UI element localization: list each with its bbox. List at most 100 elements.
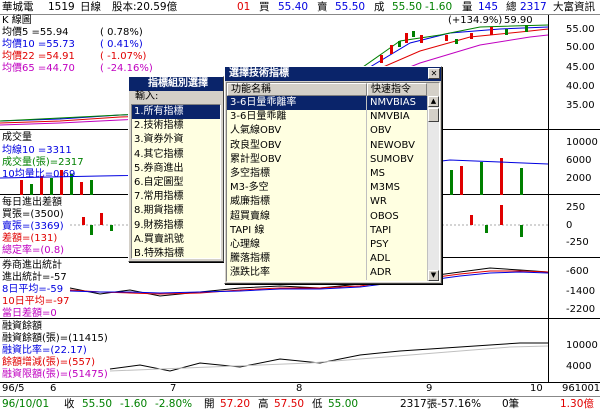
diff-axis-3: -250 xyxy=(566,237,589,248)
scroll-up-icon[interactable]: ▲ xyxy=(428,96,439,107)
margin-limit: 融資限額(張)=(51475) xyxy=(2,369,108,380)
price-axis-2: 50.00 xyxy=(566,42,595,53)
tech-row[interactable]: 改良型OBV NEWOBV xyxy=(227,138,427,153)
price-candles xyxy=(380,25,528,63)
margin-axis-2: 4000 xyxy=(566,361,592,372)
sell-price: 55.50 xyxy=(335,1,366,13)
group-item[interactable]: 4.其它指標 xyxy=(132,148,220,162)
volume-today: 成交量(張)=2317 xyxy=(2,157,84,168)
change-value: -1.60 xyxy=(425,1,453,13)
group-dialog-title: 指標組別選擇 xyxy=(129,77,223,91)
broker-10d: 10日平均=-97 xyxy=(2,296,70,307)
volume-ratio: 10均量比=0.69 xyxy=(2,169,76,180)
x-label-5: 9 xyxy=(426,383,433,394)
diff-sell: 賣張=(3369) xyxy=(2,221,64,232)
tech-list[interactable]: 功能名稱 快速指令 3-6日量乖離率 NMVBIAS 3-6日量乖離 NMVBIA … xyxy=(226,82,440,282)
margin-ratio: 融資比率=(22.17) xyxy=(2,345,87,356)
scroll-down-icon[interactable]: ▼ xyxy=(428,270,439,281)
price-title: K 線圖 xyxy=(2,15,32,26)
ma22-pct: ( -1.07%) xyxy=(100,51,147,62)
price-axis-5: 35.00 xyxy=(566,100,595,111)
high-label: 高 xyxy=(258,398,269,410)
tech-row[interactable]: M3-多空 M3MS xyxy=(227,181,427,196)
diff-net: 差額=(131) xyxy=(2,233,58,244)
col-name-header[interactable]: 功能名稱 xyxy=(227,83,367,96)
quote-bar: 華城電 1519 日線 股本:20.59億 01 買 55.40 賣 55.50… xyxy=(0,0,600,15)
open-label: 開 xyxy=(204,398,215,410)
group-item[interactable]: B.特殊指標 xyxy=(132,247,220,261)
ma10-pct: ( 0.41%) xyxy=(100,39,143,50)
group-item[interactable]: 1.所有指標 xyxy=(132,105,220,120)
x-label-2: 6 xyxy=(50,383,57,394)
diff-axis-2: 0 xyxy=(566,220,573,231)
tech-row[interactable]: 多空指標 MS xyxy=(227,166,427,182)
group-input-label: 輸入: xyxy=(135,91,159,102)
broker-stat: 進出統計=-57 xyxy=(2,272,67,283)
tech-row[interactable]: 威廉指標 WR xyxy=(227,195,427,210)
group-list[interactable]: 1.所有指標 2.技術指標 3.資券外資 4.其它指標 5.券商進出 6.自定圖… xyxy=(131,104,221,259)
group-item[interactable]: 8.期貨指標 xyxy=(132,204,220,218)
sell-label: 賣 xyxy=(317,1,328,13)
deal-label: 成 xyxy=(374,1,385,13)
period-label[interactable]: 日線 xyxy=(80,1,101,14)
price-axis-4: 40.00 xyxy=(566,81,595,92)
group-item[interactable]: 5.券商進出 xyxy=(132,162,220,176)
broker-axis-3: -2200 xyxy=(566,304,596,315)
volume-title: 成交量 xyxy=(2,132,32,143)
group-item[interactable]: 3.資券外資 xyxy=(132,133,220,147)
tech-row[interactable]: 人氣線OBV OBV xyxy=(227,124,427,139)
ma5-pct: ( 0.78%) xyxy=(100,27,143,38)
close-icon[interactable]: ✕ xyxy=(428,68,440,79)
ma65-pct: ( -24.16%) xyxy=(100,63,153,74)
group-item[interactable]: 2.技術指標 xyxy=(132,119,220,133)
col-cmd-header[interactable]: 快速指令 xyxy=(367,83,427,96)
tech-list-header: 功能名稱 快速指令 xyxy=(227,83,439,96)
diff-buy: 買張=(3500) xyxy=(2,209,64,220)
ratio-value: 1.30億 xyxy=(560,398,594,410)
tech-row[interactable]: 騰落指標 ADL xyxy=(227,252,427,267)
tech-row[interactable]: 3-6日量乖離 NMVBIA xyxy=(227,110,427,125)
broker-axis-1: -600 xyxy=(566,266,589,277)
stock-code: 1519 xyxy=(48,1,75,13)
change-value-bottom: -1.60 xyxy=(120,398,148,410)
group-item[interactable]: 9.財務指標 xyxy=(132,219,220,233)
total-value: 2317 xyxy=(520,1,547,13)
technical-indicator-dialog[interactable]: 選擇技術指標 ✕ 功能名稱 快速指令 3-6日量乖離率 NMVBIAS 3-6日量… xyxy=(224,66,442,284)
peak-pct: (+134.9%) xyxy=(448,15,503,26)
status-bar: 96/10/01 收 55.50 -1.60 -2.80% 開 57.20 高 … xyxy=(0,396,600,410)
close-label: 收 xyxy=(64,398,75,410)
pct-value: -2.80% xyxy=(155,398,193,410)
volume-label: 量 xyxy=(462,1,473,13)
status-date: 96/10/01 xyxy=(2,398,50,410)
diff-axis-1: 250 xyxy=(566,202,586,213)
low-label: 低 xyxy=(312,398,323,410)
group-item[interactable]: 7.常用指標 xyxy=(132,190,220,204)
tech-row[interactable]: 超買賣線 OBOS xyxy=(227,209,427,224)
indicator-group-dialog[interactable]: 指標組別選擇 輸入: 1.所有指標 2.技術指標 3.資券外資 4.其它指標 5… xyxy=(128,76,224,262)
margin-title: 融資餘額 xyxy=(2,321,42,332)
group-item[interactable]: A.買賣訊號 xyxy=(132,233,220,247)
high-value: 57.50 xyxy=(274,398,305,410)
volume-ma10: 均線10 =3311 xyxy=(2,145,72,156)
tech-dialog-title: 選擇技術指標 xyxy=(225,67,441,81)
tech-scrollbar[interactable]: ▲ ▼ xyxy=(427,96,439,281)
tech-row[interactable]: 心理線 PSY xyxy=(227,237,427,253)
tech-row[interactable]: 漲跌比率 ADR xyxy=(227,266,427,281)
tech-row[interactable]: TAPI 線 TAPI xyxy=(227,223,427,238)
broker-title: 券商進出統計 xyxy=(2,260,62,271)
ma22-label: 均價22 =54.91 xyxy=(2,51,75,62)
x-label-3: 7 xyxy=(170,383,177,394)
x-label-4: 8 xyxy=(296,383,303,394)
broker-8d: 8日平均=-59 xyxy=(2,284,64,295)
margin-panel[interactable]: 融資餘額 融資餘額(張)=(11415) 融資比率=(22.17) 餘額增減(張… xyxy=(0,319,600,383)
group-item[interactable]: 6.自定圖型 xyxy=(132,176,220,190)
scroll-thumb[interactable] xyxy=(428,108,439,122)
tech-row[interactable]: 3-6日量乖離率 NMVBIAS xyxy=(227,96,427,111)
buy-label: 買 xyxy=(259,1,270,13)
ma5-label: 均價5 =55.94 xyxy=(2,27,69,38)
volume-value: 145 xyxy=(478,1,499,13)
bottom-volume: 2317張-57.16% xyxy=(400,398,482,410)
x-right-date: 961001 xyxy=(562,383,600,394)
tech-row[interactable]: 累計型OBV SUMOBV xyxy=(227,152,427,167)
trades-value: 0筆 xyxy=(502,398,520,410)
